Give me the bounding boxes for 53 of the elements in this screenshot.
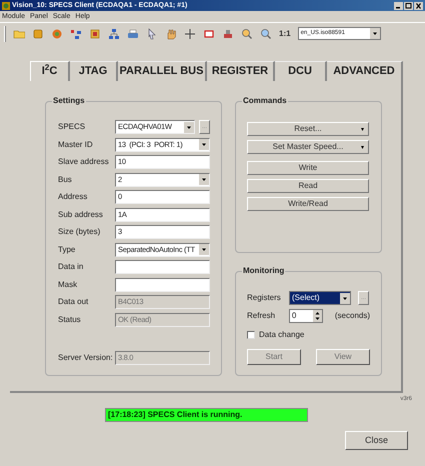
app-icon [2, 2, 10, 10]
zoom-out-icon[interactable] [260, 28, 272, 40]
field-label: Refresh [247, 310, 276, 322]
rectangle-icon[interactable] [203, 28, 215, 40]
unit-label: (seconds) [334, 310, 370, 322]
spin-arrows-icon[interactable] [312, 310, 322, 322]
hierarchy-icon[interactable] [108, 28, 120, 40]
printer-icon[interactable] [127, 28, 139, 40]
dropdown[interactable]: (Select) [289, 291, 351, 305]
input-field[interactable] [115, 260, 210, 274]
field-label: Bus [58, 174, 73, 186]
spin-box[interactable]: 0 [288, 309, 323, 323]
command-button[interactable]: Write [247, 161, 369, 175]
close-icon[interactable] [414, 2, 423, 10]
command-button[interactable]: Read [247, 179, 369, 193]
hand-icon[interactable] [165, 28, 177, 40]
field-label: SPECS [58, 121, 86, 133]
tab[interactable]: ADVANCED [327, 61, 403, 81]
status-message: [17:18:23] SPECS Client is running. [105, 408, 308, 422]
close-button[interactable]: Close [345, 431, 408, 450]
tab[interactable]: DCU [275, 61, 327, 81]
maximize-icon[interactable] [404, 2, 413, 10]
field-label: Size (bytes) [58, 226, 102, 238]
field-label: Registers [247, 292, 282, 304]
tab[interactable]: I$^{2}$C [30, 61, 70, 81]
tab[interactable]: JTAG [70, 61, 118, 81]
field-label: Master ID [58, 138, 94, 150]
tab[interactable]: REGISTER [207, 61, 275, 81]
zoom-in-icon[interactable] [241, 28, 253, 40]
command-button[interactable]: Reset... [247, 122, 369, 136]
group-title: Commands [242, 96, 288, 106]
checkbox-label: Data change [259, 329, 304, 341]
pointer-icon[interactable] [146, 28, 158, 40]
field-label: Data in [58, 261, 84, 273]
zoom-label[interactable]: 1:1 [279, 28, 291, 40]
field-label: Status [58, 314, 82, 326]
group-title: Settings [52, 96, 86, 106]
field-label: Address [58, 191, 88, 203]
field-label: Slave address [58, 156, 110, 168]
field-label: Server Version: [58, 352, 114, 364]
field-label: Type [58, 244, 76, 256]
field-label: Sub address [58, 208, 104, 220]
command-button[interactable]: Write/Read [247, 197, 369, 211]
field-label: Data out [58, 296, 90, 308]
checkbox[interactable] [247, 331, 255, 339]
input-field[interactable] [115, 278, 210, 292]
minimize-icon[interactable] [394, 2, 403, 10]
tab[interactable]: PARALLEL BUS [118, 61, 207, 81]
field-label: Mask [58, 278, 78, 290]
group-title: Monitoring [242, 266, 286, 276]
command-button[interactable]: Set Master Speed... [247, 140, 369, 154]
move-icon[interactable] [184, 28, 196, 40]
box-icon[interactable] [89, 28, 101, 40]
